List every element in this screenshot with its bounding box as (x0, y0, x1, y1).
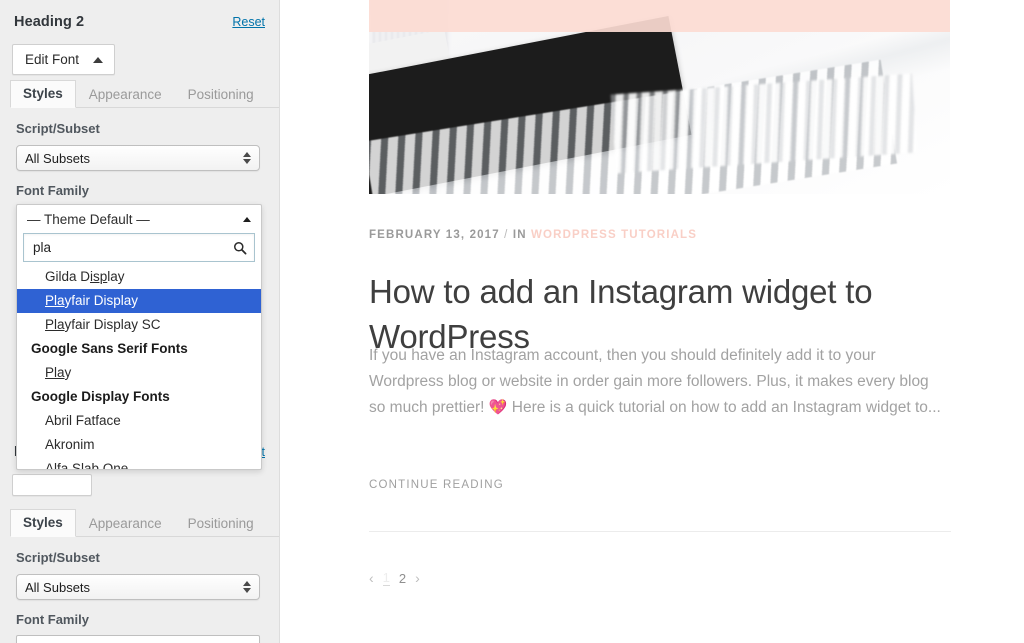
chevron-up-icon-combo (243, 217, 251, 222)
tab-appearance-2[interactable]: Appearance (76, 510, 175, 537)
font-search-input[interactable] (31, 239, 233, 256)
tab-styles[interactable]: Styles (10, 80, 76, 108)
font-option[interactable]: Alfa Slab One (17, 457, 261, 469)
tab-positioning-label: Positioning (188, 87, 254, 102)
script-subset-select[interactable]: All Subsets (16, 145, 260, 171)
post-excerpt-part2: Here is a quick tutorial on how to add a… (512, 399, 941, 416)
font-family-selected-value: — Theme Default — (27, 212, 150, 227)
post-category-link[interactable]: WORDPRESS TUTORIALS (531, 229, 697, 241)
post-divider (369, 531, 951, 532)
edit-font-button-2[interactable] (12, 474, 92, 496)
script-subset-select-2[interactable]: All Subsets (16, 574, 260, 600)
font-option[interactable]: Gilda Display (17, 265, 261, 289)
font-option[interactable]: Playfair Display (17, 289, 261, 313)
font-family-selected-value-row[interactable]: — Theme Default — (17, 205, 261, 233)
font-option[interactable]: Akronim (17, 433, 261, 457)
page-title: Heading 2 (14, 14, 84, 30)
font-option-group: Google Display Fonts (17, 385, 261, 409)
tab-positioning[interactable]: Positioning (175, 81, 267, 108)
font-family-label: Font Family (16, 183, 89, 198)
font-search-box[interactable] (23, 233, 255, 262)
font-option[interactable]: Play (17, 361, 261, 385)
pagination-next-icon[interactable]: › (415, 570, 420, 586)
pagination-page-1[interactable]: 1 (383, 570, 390, 586)
app-screen: Heading 2 Reset Edit Font Styles Appeara… (0, 0, 1024, 643)
post-meta-separator: / (504, 229, 508, 241)
edit-font-label: Edit Font (25, 52, 79, 67)
font-options-list[interactable]: Gilda DisplayPlayfair DisplayPlayfair Di… (17, 265, 261, 469)
sparkling-heart-icon: 💖 (489, 399, 508, 416)
tab-positioning-2-label: Positioning (188, 516, 254, 531)
tab-appearance-label: Appearance (89, 87, 162, 102)
reset-link-2[interactable]: t (262, 445, 265, 459)
post-excerpt: If you have an Instagram account, then y… (369, 343, 947, 421)
tab-appearance-2-label: Appearance (89, 516, 162, 531)
font-option[interactable]: Abril Fatface (17, 409, 261, 433)
reset-link[interactable]: Reset (232, 15, 265, 29)
search-icon (233, 241, 247, 255)
post-in-label: IN (513, 229, 527, 241)
font-family-combobox: — Theme Default — Gilda DisplayPlayfair … (16, 204, 262, 470)
preview-pane: W W W . L I P S T I C K A N D P I X E L … (281, 0, 1024, 643)
post-featured-image: W W W . L I P S T I C K A N D P I X E L … (369, 0, 950, 194)
post-date: FEBRUARY 13, 2017 (369, 229, 500, 241)
font-option[interactable]: Playfair Display SC (17, 313, 261, 337)
select-arrows-icon-2 (243, 581, 251, 593)
font-family-label-2: Font Family (16, 612, 89, 627)
font-family-select-2[interactable] (16, 635, 260, 643)
style-tabs-2: Styles Appearance Positioning (10, 508, 279, 537)
tab-styles-label: Styles (23, 86, 63, 101)
style-tabs: Styles Appearance Positioning (10, 79, 279, 108)
edit-font-button[interactable]: Edit Font (12, 44, 115, 75)
tab-styles-2[interactable]: Styles (10, 509, 76, 537)
select-arrows-icon (243, 152, 251, 164)
tab-styles-2-label: Styles (23, 515, 63, 530)
image-watermark-band: W W W . L I P S T I C K A N D P I X E L … (369, 0, 950, 32)
post-meta: FEBRUARY 13, 2017 / IN WORDPRESS TUTORIA… (369, 229, 697, 241)
continue-reading-link[interactable]: CONTINUE READING (369, 479, 504, 491)
pagination-prev-icon[interactable]: ‹ (369, 570, 374, 586)
script-subset-value-2: All Subsets (25, 580, 90, 595)
font-option-group: Google Sans Serif Fonts (17, 337, 261, 361)
chevron-up-icon (93, 57, 103, 63)
script-subset-value: All Subsets (25, 151, 90, 166)
tab-positioning-2[interactable]: Positioning (175, 510, 267, 537)
panel-header-heading2: Heading 2 Reset (14, 14, 265, 30)
customizer-sidebar: Heading 2 Reset Edit Font Styles Appeara… (0, 0, 280, 643)
pagination: ‹ 1 2 › (369, 570, 420, 586)
pagination-page-2[interactable]: 2 (399, 571, 406, 586)
tab-appearance[interactable]: Appearance (76, 81, 175, 108)
script-subset-label-2: Script/Subset (16, 550, 100, 565)
script-subset-label: Script/Subset (16, 121, 100, 136)
